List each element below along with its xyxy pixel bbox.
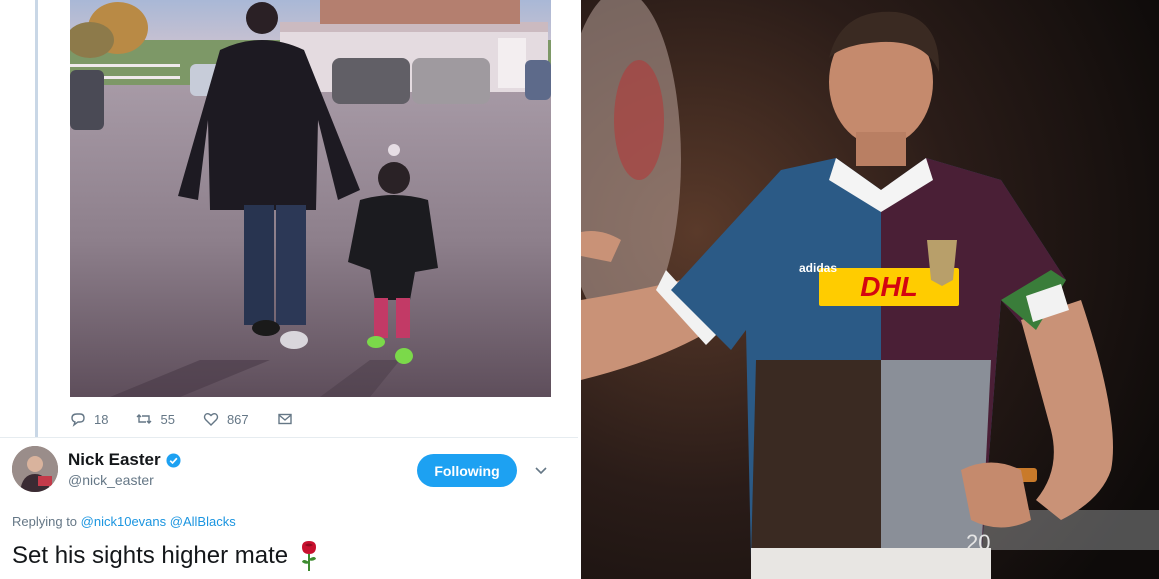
tweet-panel: 18 55 867 Nick Easter @nick_easter Follo… [0, 0, 578, 579]
tweet-photo[interactable] [70, 0, 551, 397]
rugby-player-photo[interactable]: DHL adidas 20 [581, 0, 1159, 579]
thread-line [35, 0, 38, 437]
author-name-row[interactable]: Nick Easter [68, 450, 181, 470]
reply-icon [71, 413, 85, 427]
divider [0, 437, 578, 438]
tweet-actions: 18 55 867 [70, 408, 329, 430]
message-action[interactable] [277, 411, 301, 427]
dhl-logo: DHL [860, 271, 918, 302]
replying-prefix: Replying to [12, 514, 78, 529]
rose-emoji-icon [302, 541, 317, 571]
retweet-action[interactable]: 55 [136, 411, 175, 427]
walking-photo-illustration [70, 0, 551, 397]
reply-action[interactable]: 18 [70, 411, 108, 427]
verified-badge-icon [166, 452, 181, 468]
following-button[interactable]: Following [417, 454, 517, 487]
avatar[interactable] [12, 446, 58, 492]
tweet-text: Set his sights higher mate [12, 542, 289, 569]
mention-link-2[interactable]: @AllBlacks [170, 514, 236, 529]
tweet-text-row: Set his sights higher mate [12, 540, 320, 572]
author-name[interactable]: Nick Easter [68, 450, 161, 470]
chevron-down-icon[interactable] [533, 462, 549, 478]
adidas-logo: adidas [799, 261, 837, 275]
replying-to: Replying to @nick10evans @AllBlacks [12, 514, 236, 529]
mention-link-1[interactable]: @nick10evans [81, 514, 166, 529]
avatar-image [12, 446, 58, 492]
message-icon [277, 413, 292, 425]
retweet-count: 55 [160, 411, 175, 427]
like-action[interactable]: 867 [203, 411, 249, 427]
author-handle[interactable]: @nick_easter [68, 472, 154, 488]
reply-count: 18 [94, 411, 109, 427]
like-count: 867 [226, 411, 249, 427]
like-icon [203, 413, 219, 426]
rugby-player-illustration: DHL adidas 20 [581, 0, 1159, 579]
retweet-icon [136, 414, 152, 424]
